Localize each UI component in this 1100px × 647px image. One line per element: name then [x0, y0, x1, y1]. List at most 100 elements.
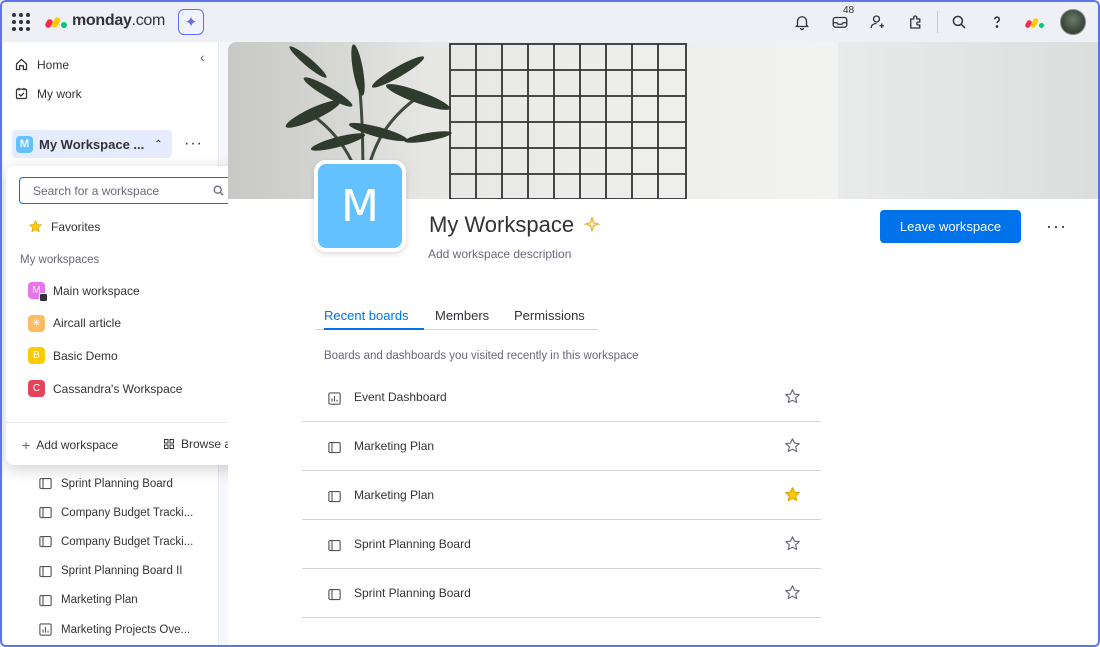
add-workspace-button[interactable]: + Add workspace	[22, 437, 118, 453]
workspace-title-text: My Workspace	[429, 212, 575, 237]
tab-permissions[interactable]: Permissions	[514, 308, 585, 330]
workspace-list-label: Cassandra's Workspace	[53, 381, 183, 396]
nav-home[interactable]: Home	[14, 57, 69, 72]
favorite-star-icon[interactable]	[784, 437, 801, 454]
workspace-selector-label: My Workspace ...	[39, 136, 145, 152]
board-icon	[39, 594, 52, 606]
workspace-list-item[interactable]: M Main workspace	[28, 282, 140, 302]
workspace-options-button[interactable]: ···	[184, 135, 203, 153]
recent-board-row[interactable]: Marketing Plan	[302, 422, 821, 471]
recent-board-icon-wrap	[327, 587, 342, 607]
grid-icon	[164, 439, 174, 449]
workspace-list-badge: B	[28, 347, 45, 365]
app-switcher-icon[interactable]	[12, 13, 30, 31]
calendar-check-icon	[15, 87, 28, 100]
board-icon	[328, 441, 341, 454]
dashboard-icon	[328, 392, 341, 405]
collapse-sidebar-button[interactable]: ‹	[200, 49, 205, 65]
workspace-list-badge: M	[28, 282, 48, 302]
workspace-list-item[interactable]: C Cassandra's Workspace	[28, 380, 183, 398]
sidebar-board-item[interactable]: Marketing Projects Ove...	[38, 622, 190, 637]
monday-logo-icon	[44, 14, 68, 29]
workspace-list-label: Main workspace	[53, 283, 140, 298]
tab-members[interactable]: Members	[435, 308, 489, 330]
workspace-list-label: Aircall article	[53, 316, 122, 331]
sidebar-board-item[interactable]: Sprint Planning Board	[38, 476, 173, 491]
recent-board-row[interactable]: Event Dashboard	[302, 373, 821, 422]
sidebar-board-label: Marketing Plan	[61, 594, 138, 607]
recent-board-icon-wrap	[327, 391, 342, 411]
sidebar-board-label: Company Budget Tracki...	[61, 506, 194, 519]
board-icon	[328, 588, 341, 601]
recent-board-row[interactable]: Marketing Plan	[302, 471, 821, 520]
workspace-list-badge: ✳	[28, 314, 45, 332]
board-icon	[328, 490, 341, 503]
apps-icon	[910, 15, 921, 29]
bell-icon	[795, 16, 809, 31]
notifications-button[interactable]	[783, 8, 821, 36]
apps-button[interactable]	[897, 8, 935, 36]
workspace-page: M My Workspace Add workspace description…	[228, 42, 1098, 645]
help-button[interactable]	[978, 8, 1016, 36]
workspace-list-item[interactable]: ✳ Aircall article	[28, 314, 122, 332]
workspace-title[interactable]: My Workspace	[429, 212, 602, 238]
recent-board-name: Marketing Plan	[354, 439, 435, 453]
workspace-badge: M	[16, 135, 33, 153]
workspace-description[interactable]: Add workspace description	[428, 247, 571, 261]
workspace-avatar[interactable]: M	[314, 160, 406, 252]
workspace-list-item[interactable]: B Basic Demo	[28, 347, 118, 365]
home-badge-icon	[39, 293, 48, 302]
tab-recent-boards[interactable]: Recent boards	[324, 308, 424, 330]
recent-board-icon-wrap	[327, 440, 342, 460]
top-bar-actions: 48	[783, 5, 1086, 36]
plus-icon: +	[22, 437, 31, 453]
browse-all-button[interactable]: Browse all	[163, 437, 236, 451]
app-window: monday.com ✦ 48 ‹ Home My work M My Work…	[0, 0, 1100, 647]
nav-my-work[interactable]: My work	[14, 86, 82, 101]
favorite-star-icon[interactable]	[784, 388, 801, 405]
add-workspace-label: Add workspace	[36, 438, 119, 452]
chevron-up-icon: ⌃	[154, 138, 163, 150]
invite-members-button[interactable]	[859, 8, 897, 36]
sparkle-badge-icon	[583, 215, 601, 233]
recent-boards-description: Boards and dashboards you visited recent…	[324, 350, 639, 362]
star-icon	[28, 219, 43, 233]
recent-board-icon-wrap	[327, 489, 342, 509]
monday-logo[interactable]: monday.com	[44, 12, 165, 30]
recent-board-row[interactable]: Sprint Planning Board	[302, 569, 821, 618]
favorites-item[interactable]: Favorites	[28, 219, 100, 234]
search-button[interactable]	[940, 8, 978, 36]
sidebar-board-item[interactable]: Sprint Planning Board II	[38, 564, 182, 579]
board-icon	[39, 565, 52, 577]
inbox-button[interactable]: 48	[821, 5, 859, 36]
workspace-more-button[interactable]: ···	[1046, 216, 1067, 237]
sidebar-board-label: Sprint Planning Board	[61, 477, 173, 490]
workspace-selector[interactable]: M My Workspace ... ⌃	[12, 130, 172, 158]
workspace-list-label: Basic Demo	[53, 348, 118, 363]
sidebar-board-item[interactable]: Marketing Plan	[38, 593, 138, 608]
user-avatar[interactable]	[1060, 9, 1086, 35]
nav-home-label: Home	[37, 57, 70, 72]
recent-board-row[interactable]: Sprint Planning Board	[302, 520, 821, 569]
favorite-star-icon[interactable]	[784, 584, 801, 601]
sidebar-board-item[interactable]: Company Budget Tracki...	[38, 534, 193, 549]
ai-sparkle-button[interactable]: ✦	[178, 9, 204, 35]
sidebar-board-label: Sprint Planning Board II	[61, 565, 183, 578]
recent-board-name: Marketing Plan	[354, 488, 435, 502]
monday-logo-icon	[1024, 16, 1044, 29]
leave-workspace-button[interactable]: Leave workspace	[880, 210, 1021, 243]
board-icon	[39, 477, 52, 490]
workspace-search-input[interactable]: Search for a workspace	[19, 177, 234, 204]
wire-grid-illustration	[449, 43, 687, 199]
inbox-count-badge: 48	[841, 5, 857, 16]
sidebar-board-item[interactable]: Company Budget Tracki...	[38, 505, 193, 520]
sidebar-board-label: Company Budget Tracki...	[61, 535, 194, 548]
board-icon	[328, 539, 341, 552]
recent-board-name: Event Dashboard	[354, 390, 447, 404]
account-switcher[interactable]	[1016, 8, 1054, 36]
recent-board-icon-wrap	[327, 538, 342, 558]
favorite-star-icon[interactable]	[784, 535, 801, 552]
favorite-star-icon[interactable]	[784, 486, 801, 503]
help-icon	[994, 16, 1000, 28]
nav-my-work-label: My work	[37, 86, 82, 101]
